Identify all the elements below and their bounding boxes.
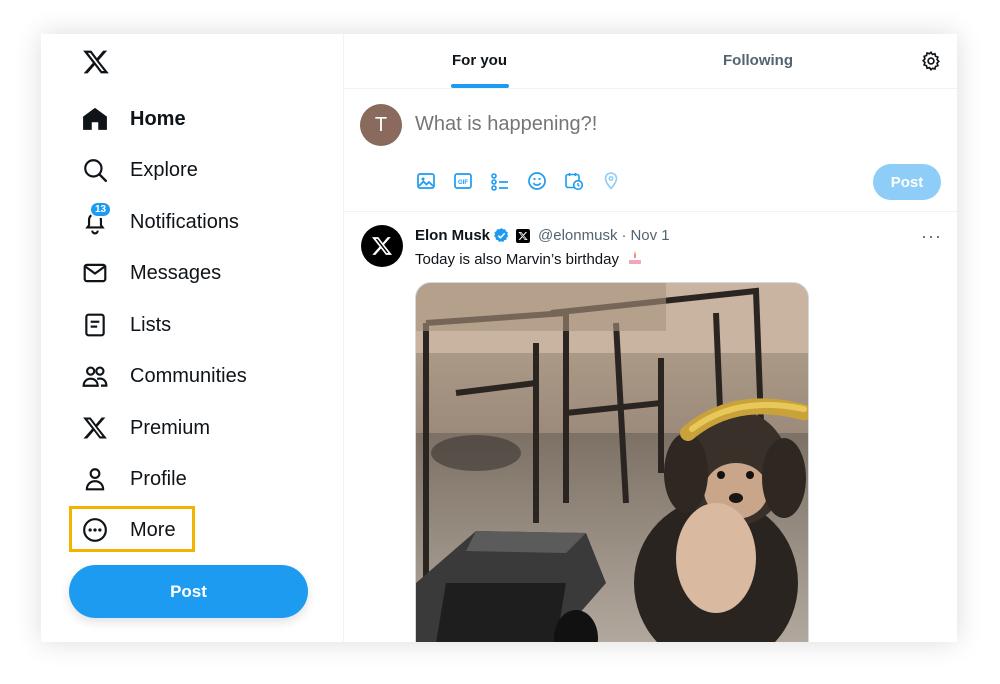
compose-input[interactable] [415, 113, 815, 136]
sidebar-item-label: Profile [130, 467, 187, 490]
author-name[interactable]: Elon Musk [415, 227, 490, 244]
x-affiliate-badge-icon [516, 228, 531, 243]
emoji-icon[interactable] [527, 171, 547, 191]
tweet-photo[interactable] [415, 282, 809, 642]
sidebar-item-premium[interactable]: Premium [82, 408, 210, 448]
sidebar-item-messages[interactable]: Messages [82, 253, 221, 293]
sidebar-item-label: Home [130, 107, 186, 130]
more-circle-icon [82, 517, 108, 543]
cake-emoji-icon [629, 251, 642, 264]
timeline-tabs: For you Following [344, 34, 957, 89]
sidebar: Home Explore 13 Notifications Messages L… [41, 34, 344, 642]
people-icon [82, 363, 108, 389]
gear-icon[interactable] [920, 50, 942, 72]
sidebar-item-label: Messages [130, 261, 222, 284]
envelope-icon [82, 260, 108, 286]
sidebar-item-label: More [130, 518, 176, 541]
sidebar-item-label: Premium [130, 416, 211, 439]
sidebar-item-explore[interactable]: Explore [82, 150, 198, 190]
tab-active-indicator [451, 84, 509, 88]
sidebar-item-label: Lists [130, 313, 172, 336]
verified-badge-icon [494, 228, 509, 242]
x-logo-icon[interactable] [82, 48, 110, 76]
tab-for-you[interactable]: For you [452, 52, 507, 69]
sidebar-item-communities[interactable]: Communities [82, 356, 247, 396]
sidebar-item-label: Communities [130, 364, 247, 387]
author-handle[interactable]: @elonmusk [538, 227, 617, 244]
sidebar-item-label: Notifications [130, 210, 239, 233]
svg-text:GIF: GIF [458, 180, 468, 186]
main-timeline: For you Following T GIF [344, 34, 957, 642]
more-options-icon[interactable]: ··· [921, 226, 942, 247]
x-logo-icon [82, 415, 108, 441]
bell-icon: 13 [82, 201, 113, 235]
search-icon [82, 157, 108, 183]
sidebar-item-profile[interactable]: Profile [82, 459, 187, 499]
image-icon[interactable] [416, 171, 436, 191]
composer: T GIF Post [344, 89, 957, 212]
sidebar-item-notifications[interactable]: 13 Notifications [82, 201, 239, 242]
separator-dot: · [621, 227, 627, 244]
tab-following[interactable]: Following [723, 52, 793, 69]
tweet-date[interactable]: Nov 1 [630, 227, 669, 244]
tweet-text: Today is also Marvin’s birthday [415, 250, 643, 268]
poll-icon[interactable] [490, 171, 510, 191]
post-button[interactable]: Post [69, 565, 308, 618]
notification-badge: 13 [89, 201, 113, 218]
location-icon[interactable] [601, 171, 621, 191]
compose-post-button[interactable]: Post [873, 164, 941, 200]
tweet-header: Elon Musk @elonmusk · Nov 1 [415, 227, 670, 244]
sidebar-item-label: Explore [130, 158, 198, 181]
dog-photo-image [416, 283, 808, 642]
list-icon [82, 312, 108, 338]
avatar[interactable]: T [360, 104, 402, 146]
tweet[interactable]: Elon Musk @elonmusk · Nov 1 ··· Today is… [344, 212, 957, 642]
sidebar-item-more[interactable]: More [82, 510, 176, 550]
home-icon [82, 106, 108, 132]
tweet-body: Today is also Marvin’s birthday [415, 251, 619, 268]
app-window: Home Explore 13 Notifications Messages L… [41, 34, 957, 642]
gif-icon[interactable]: GIF [453, 171, 473, 191]
sidebar-item-lists[interactable]: Lists [82, 305, 171, 345]
avatar[interactable] [361, 225, 403, 267]
person-icon [82, 466, 108, 492]
sidebar-item-home[interactable]: Home [82, 99, 186, 139]
schedule-icon[interactable] [564, 171, 584, 191]
